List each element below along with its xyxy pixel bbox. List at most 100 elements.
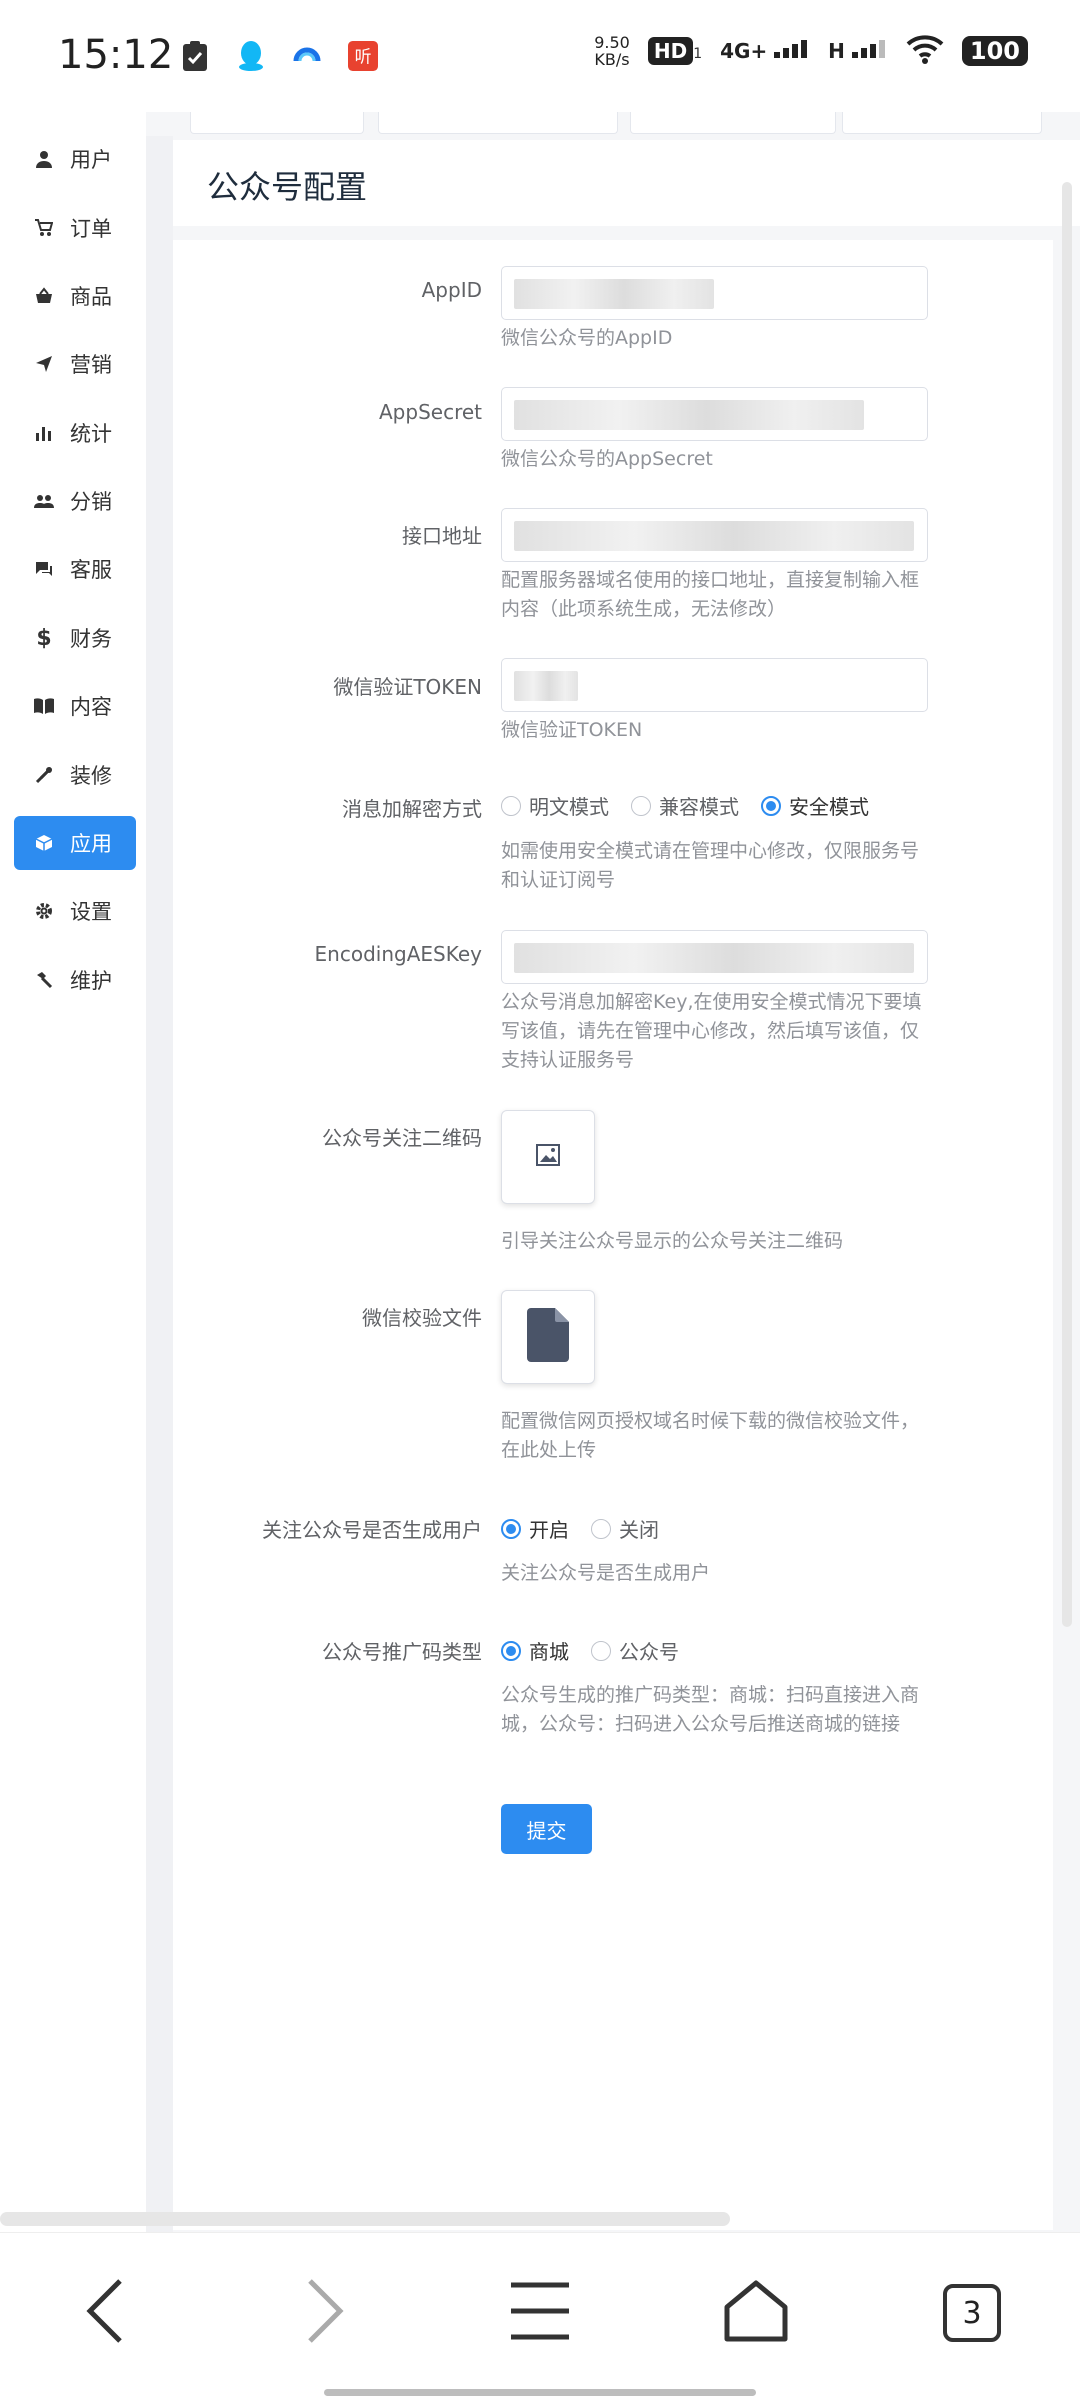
radio-label: 兼容模式 (659, 795, 739, 819)
page-header: 公众号配置 (173, 140, 1080, 226)
basket-icon (34, 286, 54, 306)
sidebar-item-label: 用户 (70, 148, 112, 172)
radio-circle-checked (761, 795, 781, 816)
promo-code-type-label: 公众号推广码类型 (322, 1640, 482, 1664)
aes-key-field[interactable] (501, 930, 928, 984)
cube-icon (34, 833, 54, 853)
radio-compatible[interactable]: 兼容模式 (631, 791, 739, 820)
appid-field[interactable] (501, 266, 928, 320)
horizontal-scrollbar[interactable] (0, 2212, 730, 2226)
sidebar-item-label: 财务 (70, 627, 112, 651)
sidebar-item-marketing[interactable]: 营销 (14, 337, 136, 391)
speed-unit: KB/s (594, 50, 630, 69)
sidebar-item-label: 统计 (70, 422, 112, 446)
follow-create-user-radio-group: 开启 关闭 (501, 1514, 659, 1543)
notification-icons: 听 (180, 38, 378, 74)
sidebar: 用户 订单 商品 营销 统计 分销 客服 $ 财务 内容 装修 应用 设置 维护 (0, 112, 146, 2232)
browser-icon (292, 38, 322, 74)
tab-partial-3[interactable] (630, 112, 836, 134)
home-icon (723, 2279, 789, 2347)
qrcode-upload[interactable] (501, 1110, 595, 1204)
chat-icon (34, 559, 54, 579)
home-button[interactable] (716, 2273, 796, 2353)
redacted-value (514, 279, 714, 309)
battery-indicator: 100 (961, 36, 1028, 66)
follow-create-user-label: 关注公众号是否生成用户 (262, 1518, 482, 1542)
api-url-help: 配置服务器域名使用的接口地址，直接复制输入框内容（此项系统生成，无法修改） (501, 569, 920, 620)
radio-plaintext[interactable]: 明文模式 (501, 791, 609, 820)
radio-label: 安全模式 (789, 795, 869, 819)
sidebar-item-finance[interactable]: $ 财务 (14, 611, 136, 665)
radio-label: 开启 (529, 1518, 569, 1542)
status-right: 9.50 KB/s HD 1 4G+ H 100 (594, 34, 1028, 68)
token-field[interactable] (501, 658, 928, 712)
tab-partial-4[interactable] (842, 112, 1042, 134)
aes-key-label: EncodingAESKey (314, 942, 482, 966)
radio-secure[interactable]: 安全模式 (761, 791, 869, 820)
content-gutter (146, 112, 173, 2232)
sidebar-item-label: 维护 (70, 969, 112, 993)
menu-button[interactable] (500, 2273, 580, 2353)
encrypt-mode-label: 消息加解密方式 (342, 797, 482, 821)
sidebar-item-decoration[interactable]: 装修 (14, 748, 136, 802)
sidebar-item-service[interactable]: 客服 (14, 542, 136, 596)
appid-help: 微信公众号的AppID (501, 327, 673, 349)
signal-h-label: H (828, 39, 845, 63)
back-icon (86, 2279, 126, 2347)
group-icon (34, 491, 54, 511)
radio-label: 商城 (529, 1640, 569, 1664)
verify-file-help: 配置微信网页授权域名时候下载的微信校验文件，在此处上传 (501, 1410, 920, 1461)
appsecret-help: 微信公众号的AppSecret (501, 448, 713, 470)
back-button[interactable] (66, 2273, 146, 2353)
radio-circle-checked (501, 1518, 521, 1539)
hd-label: HD (647, 37, 694, 65)
user-icon (34, 149, 54, 169)
appsecret-field[interactable] (501, 387, 928, 441)
sidebar-item-apps[interactable]: 应用 (14, 816, 136, 870)
clipboard-check-icon (180, 38, 210, 74)
status-time: 15:12 (58, 32, 174, 78)
sidebar-item-distribution[interactable]: 分销 (14, 474, 136, 528)
svg-text:听: 听 (355, 47, 372, 67)
radio-circle (501, 795, 521, 816)
submit-button[interactable]: 提交 (501, 1804, 592, 1854)
signal-4g-label: 4G+ (720, 39, 768, 63)
radio-official-account[interactable]: 公众号 (591, 1636, 679, 1665)
follow-create-user-help: 关注公众号是否生成用户 (501, 1562, 711, 1584)
tools-icon (34, 765, 54, 785)
sidebar-item-maintenance[interactable]: 维护 (14, 953, 136, 1007)
verify-file-upload[interactable] (501, 1290, 595, 1384)
gesture-bar (324, 2389, 756, 2396)
radio-mall[interactable]: 商城 (501, 1636, 569, 1665)
sidebar-item-settings[interactable]: 设置 (14, 884, 136, 938)
gear-icon (34, 901, 54, 921)
api-url-field[interactable] (501, 508, 928, 562)
send-icon (34, 354, 54, 374)
sidebar-item-users[interactable]: 用户 (14, 132, 136, 186)
sidebar-item-statistics[interactable]: 统计 (14, 406, 136, 460)
radio-label: 明文模式 (529, 795, 609, 819)
sidebar-item-content[interactable]: 内容 (14, 679, 136, 733)
hammer-icon (34, 970, 54, 990)
browser-bottom-bar: 3 (0, 2232, 1080, 2400)
tab-partial-1[interactable] (190, 112, 364, 134)
tab-partial-2[interactable] (378, 112, 618, 134)
top-tab-strip (146, 112, 1080, 136)
dollar-icon: $ (36, 625, 52, 651)
sidebar-item-label: 客服 (70, 558, 112, 582)
forward-button[interactable] (284, 2273, 364, 2353)
speed-value: 9.50 (594, 33, 630, 52)
sidebar-item-orders[interactable]: 订单 (14, 201, 136, 255)
redacted-value (514, 521, 914, 551)
sidebar-item-products[interactable]: 商品 (14, 269, 136, 323)
vertical-scrollbar[interactable] (1062, 182, 1072, 1627)
radio-circle (591, 1640, 611, 1661)
radio-enable[interactable]: 开启 (501, 1514, 569, 1543)
sidebar-item-label: 营销 (70, 353, 112, 377)
verify-file-label: 微信校验文件 (362, 1306, 482, 1330)
qrcode-label: 公众号关注二维码 (322, 1126, 482, 1150)
radio-disable[interactable]: 关闭 (591, 1514, 659, 1543)
radio-label: 公众号 (619, 1640, 679, 1664)
tabs-button[interactable]: 3 (932, 2273, 1012, 2353)
hd-badge: HD 1 (647, 37, 702, 65)
